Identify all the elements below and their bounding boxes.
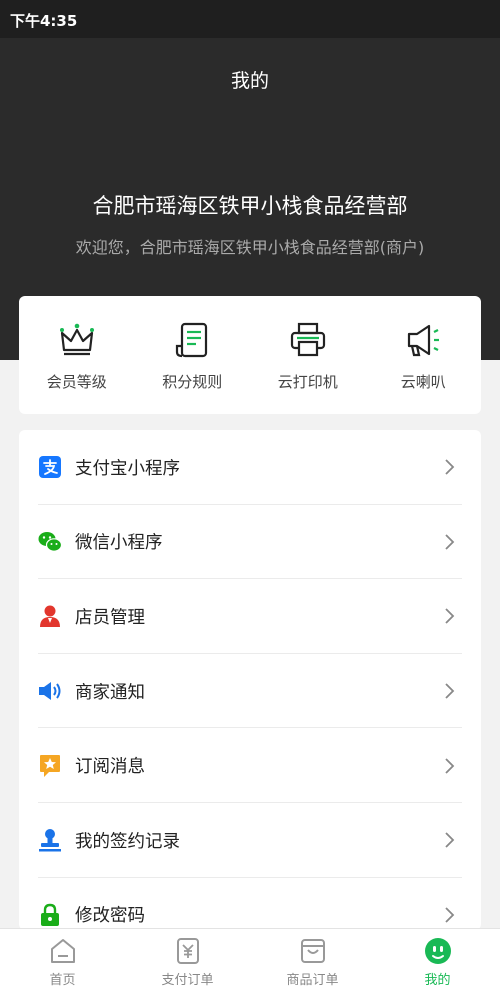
menu-item-signing-records[interactable]: 我的签约记录 (19, 803, 481, 878)
alipay-icon (38, 455, 62, 479)
menu-item-alipay-miniprogram[interactable]: 支付宝小程序 (19, 430, 481, 505)
quick-action-label: 会员等级 (46, 372, 107, 391)
bag-icon (298, 936, 328, 966)
tab-home[interactable]: 首页 (0, 929, 125, 1000)
menu-card: 支付宝小程序 微信小程序 店员管理 商家通知 订阅消息 我的签约记录 修改密码 (19, 430, 481, 930)
tab-mine[interactable]: 我的 (375, 929, 500, 1000)
chevron-right-icon (439, 830, 459, 850)
menu-item-label: 微信小程序 (75, 533, 163, 554)
quick-action-label: 积分规则 (162, 372, 223, 391)
menu-item-label: 我的签约记录 (75, 831, 180, 852)
chevron-right-icon (439, 756, 459, 776)
tab-label: 我的 (424, 973, 451, 988)
quick-action-cloud-speaker[interactable]: 云喇叭 (368, 319, 478, 392)
menu-item-change-password[interactable]: 修改密码 (19, 878, 481, 930)
megaphone-icon (402, 319, 444, 361)
menu-item-staff-management[interactable]: 店员管理 (19, 579, 481, 654)
crown-icon (56, 319, 98, 361)
status-time: 下午4:35 (10, 12, 78, 30)
chevron-right-icon (439, 905, 459, 925)
quick-action-points-rules[interactable]: 积分规则 (137, 319, 247, 392)
menu-item-label: 订阅消息 (75, 757, 145, 778)
tab-label: 首页 (49, 973, 76, 988)
lock-icon (38, 903, 62, 927)
chevron-right-icon (439, 681, 459, 701)
bottom-tab-bar: 首页 支付订单 商品订单 我的 (0, 928, 500, 1000)
quick-action-label: 云打印机 (277, 372, 338, 391)
quick-actions-card: 会员等级 积分规则 云打印机 云喇叭 (19, 296, 481, 414)
menu-item-label: 商家通知 (75, 682, 145, 703)
smile-icon (423, 936, 453, 966)
chevron-right-icon (439, 606, 459, 626)
wechat-icon (38, 530, 62, 554)
menu-item-subscribe-message[interactable]: 订阅消息 (19, 728, 481, 803)
status-bar: 下午4:35 (0, 0, 500, 38)
quick-action-cloud-printer[interactable]: 云打印机 (253, 319, 363, 392)
speaker-icon (38, 679, 62, 703)
tab-label: 支付订单 (161, 973, 214, 988)
quick-action-label: 云喇叭 (400, 372, 446, 391)
staff-icon (38, 604, 62, 628)
menu-item-wechat-miniprogram[interactable]: 微信小程序 (19, 505, 481, 580)
printer-icon (287, 319, 329, 361)
menu-item-label: 店员管理 (75, 607, 145, 628)
tab-label: 商品订单 (286, 973, 339, 988)
menu-item-merchant-notice[interactable]: 商家通知 (19, 654, 481, 729)
document-icon (171, 319, 213, 361)
page-title: 我的 (230, 70, 269, 92)
tab-payment-orders[interactable]: 支付订单 (125, 929, 250, 1000)
menu-item-label: 修改密码 (75, 906, 145, 927)
star-message-icon (38, 754, 62, 778)
home-icon (48, 936, 78, 966)
tab-product-orders[interactable]: 商品订单 (250, 929, 375, 1000)
menu-item-label: 支付宝小程序 (75, 458, 180, 479)
stamp-icon (38, 828, 62, 852)
chevron-right-icon (439, 532, 459, 552)
chevron-right-icon (439, 457, 459, 477)
yen-receipt-icon (173, 936, 203, 966)
welcome-text: 欢迎您，合肥市瑶海区铁甲小栈食品经营部(商户) (75, 238, 425, 257)
shop-name: 合肥市瑶海区铁甲小栈食品经营部 (92, 194, 408, 218)
quick-action-member-level[interactable]: 会员等级 (22, 319, 132, 392)
